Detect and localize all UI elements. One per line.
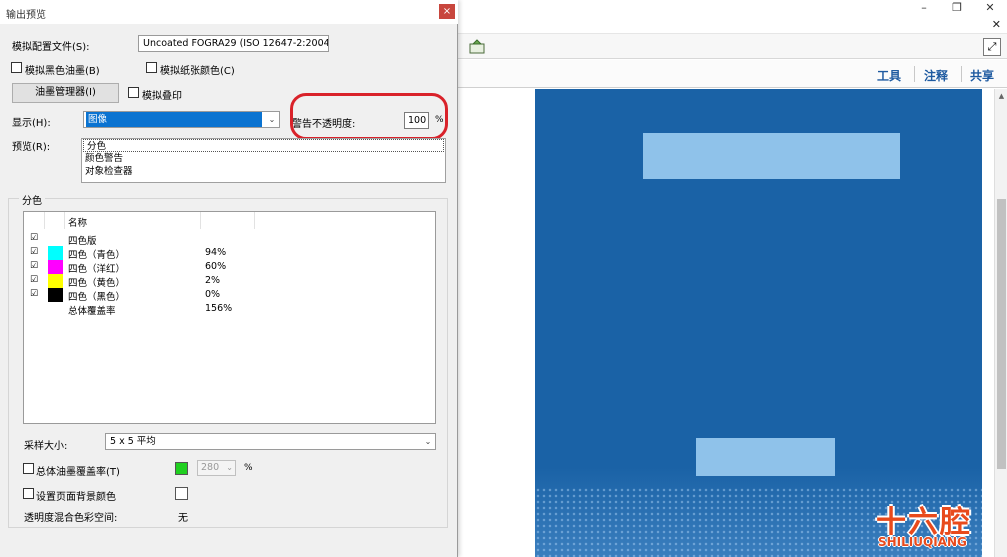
blend-space-value: 无 <box>178 513 188 524</box>
document-page <box>535 89 982 557</box>
highlight-annotation <box>290 93 448 140</box>
close-document-icon[interactable]: ✕ <box>992 18 1001 31</box>
page-banner-top <box>643 133 900 179</box>
tab-share[interactable]: 共享 <box>970 67 994 84</box>
ink-manager-button[interactable]: 油墨管理器(I) <box>12 83 119 103</box>
row-checkbox[interactable]: ☑ <box>30 234 39 243</box>
magenta-swatch <box>48 260 63 274</box>
row-name: 总体覆盖率 <box>68 306 116 317</box>
row-percent: 94% <box>205 247 227 258</box>
sim-overprint-label: 模拟叠印 <box>142 91 182 102</box>
sim-profile-label: 模拟配置文件(S): <box>12 42 90 53</box>
tab-separator <box>914 66 915 82</box>
sample-size-value: 5 x 5 平均 <box>110 436 156 447</box>
tab-tools[interactable]: 工具 <box>877 67 901 84</box>
row-checkbox[interactable]: ☑ <box>30 276 39 285</box>
row-percent: 2% <box>205 275 221 286</box>
sim-paper-color-label: 模拟纸张颜色(C) <box>160 66 235 77</box>
row-percent: 60% <box>205 261 227 272</box>
show-select[interactable]: 图像 ⌄ <box>83 111 280 128</box>
preview-option-separations[interactable]: 分色 <box>83 139 444 152</box>
total-coverage-unit: % <box>244 463 253 473</box>
table-row[interactable]: ☑ 四色版 <box>24 232 435 248</box>
table-row[interactable]: ☑ 四色（洋红） 60% <box>24 260 435 275</box>
table-header: 名称 <box>24 212 435 229</box>
dialog-close-button[interactable]: × <box>439 4 455 19</box>
separations-group-title: 分色 <box>19 192 45 207</box>
sim-profile-value: Uncoated FOGRA29 (ISO 12647-2:2004) <box>143 38 329 49</box>
tab-separator <box>961 66 962 82</box>
black-swatch <box>48 288 63 302</box>
total-coverage-label: 总体油墨覆盖率(T) <box>36 467 120 478</box>
row-name: 四色（青色） <box>68 250 126 261</box>
sim-black-ink-label: 模拟黑色油墨(B) <box>25 66 100 77</box>
restore-button[interactable]: ❐ <box>947 1 967 15</box>
row-checkbox[interactable]: ☑ <box>30 290 39 299</box>
chevron-down-icon: ⌄ <box>424 437 432 446</box>
chevron-down-icon: ⌄ <box>268 115 276 124</box>
row-percent: 0% <box>205 289 221 300</box>
preview-option-object-inspector[interactable]: 对象检查器 <box>82 165 445 178</box>
row-percent: 156% <box>205 303 233 314</box>
right-tab-bar: 工具 注释 共享 <box>458 60 1007 88</box>
row-name: 四色（洋红） <box>68 264 126 275</box>
output-preview-dialog: 输出预览 × 模拟配置文件(S): Uncoated FOGRA29 (ISO … <box>0 0 458 557</box>
page-bg-checkbox[interactable] <box>23 488 34 499</box>
chevron-down-icon: ⌄ <box>226 463 233 472</box>
yellow-swatch <box>48 274 63 288</box>
total-coverage-select[interactable]: 280 ⌄ <box>197 460 236 476</box>
row-checkbox[interactable]: ☑ <box>30 262 39 271</box>
sample-size-select[interactable]: 5 x 5 平均 ⌄ <box>105 433 436 450</box>
separations-table: 名称 ☑ 四色版 ☑ 四色（青色） 94% ☑ 四色（洋红） 60% ☑ 四色（… <box>23 211 436 424</box>
preview-list[interactable]: 分色 颜色警告 对象检查器 <box>81 138 446 183</box>
blend-space-label: 透明度混合色彩空间: <box>24 513 118 524</box>
show-label: 显示(H): <box>12 118 51 129</box>
minimize-button[interactable]: – <box>914 1 934 15</box>
row-name: 四色（黑色） <box>68 292 126 303</box>
show-value: 图像 <box>86 112 262 127</box>
watermark-subtext: SHILIUQIANG <box>878 535 967 549</box>
tab-comments[interactable]: 注释 <box>924 67 948 84</box>
scroll-up-icon[interactable]: ▲ <box>997 92 1006 100</box>
table-row[interactable]: 总体覆盖率 156% <box>24 302 435 317</box>
sim-overprint-checkbox[interactable] <box>128 87 139 98</box>
coverage-color-swatch[interactable] <box>175 462 188 475</box>
table-row[interactable]: ☑ 四色（黑色） 0% <box>24 288 435 303</box>
row-checkbox[interactable]: ☑ <box>30 248 39 257</box>
page-bg-label: 设置页面背景颜色 <box>36 492 116 503</box>
total-coverage-value: 280 <box>201 462 220 473</box>
total-coverage-checkbox[interactable] <box>23 463 34 474</box>
sim-black-ink-checkbox[interactable] <box>11 62 22 73</box>
page-bg-color-swatch[interactable] <box>175 487 188 500</box>
table-row[interactable]: ☑ 四色（黄色） 2% <box>24 274 435 289</box>
cyan-swatch <box>48 246 63 260</box>
preview-option-color-warnings[interactable]: 颜色警告 <box>82 152 445 165</box>
dialog-title: 输出预览 <box>6 10 46 21</box>
app-toolbar: ⤢ <box>458 33 1007 59</box>
sim-paper-color-checkbox[interactable] <box>146 62 157 73</box>
close-window-button[interactable]: ✕ <box>980 1 1000 15</box>
vertical-scrollbar[interactable]: ▲ <box>994 89 1007 557</box>
dialog-titlebar: 输出预览 × <box>0 0 458 24</box>
chevron-down-icon: ⌄ <box>317 39 325 48</box>
table-row[interactable]: ☑ 四色（青色） 94% <box>24 246 435 261</box>
watermark-logo: 十六腔 SHILIUQIANG <box>872 497 1000 555</box>
send-file-icon[interactable] <box>468 39 486 55</box>
page-banner-bottom <box>696 438 835 476</box>
preview-label: 预览(R): <box>12 142 51 153</box>
column-header-name: 名称 <box>68 218 88 229</box>
row-name: 四色版 <box>68 236 97 247</box>
scroll-thumb[interactable] <box>997 199 1006 469</box>
sim-profile-select[interactable]: Uncoated FOGRA29 (ISO 12647-2:2004) ⌄ <box>138 35 329 52</box>
sample-size-label: 采样大小: <box>24 441 68 452</box>
full-screen-icon[interactable]: ⤢ <box>983 38 1001 56</box>
row-name: 四色（黄色） <box>68 278 126 289</box>
app-titlebar: – ❐ ✕ <box>458 0 1007 16</box>
